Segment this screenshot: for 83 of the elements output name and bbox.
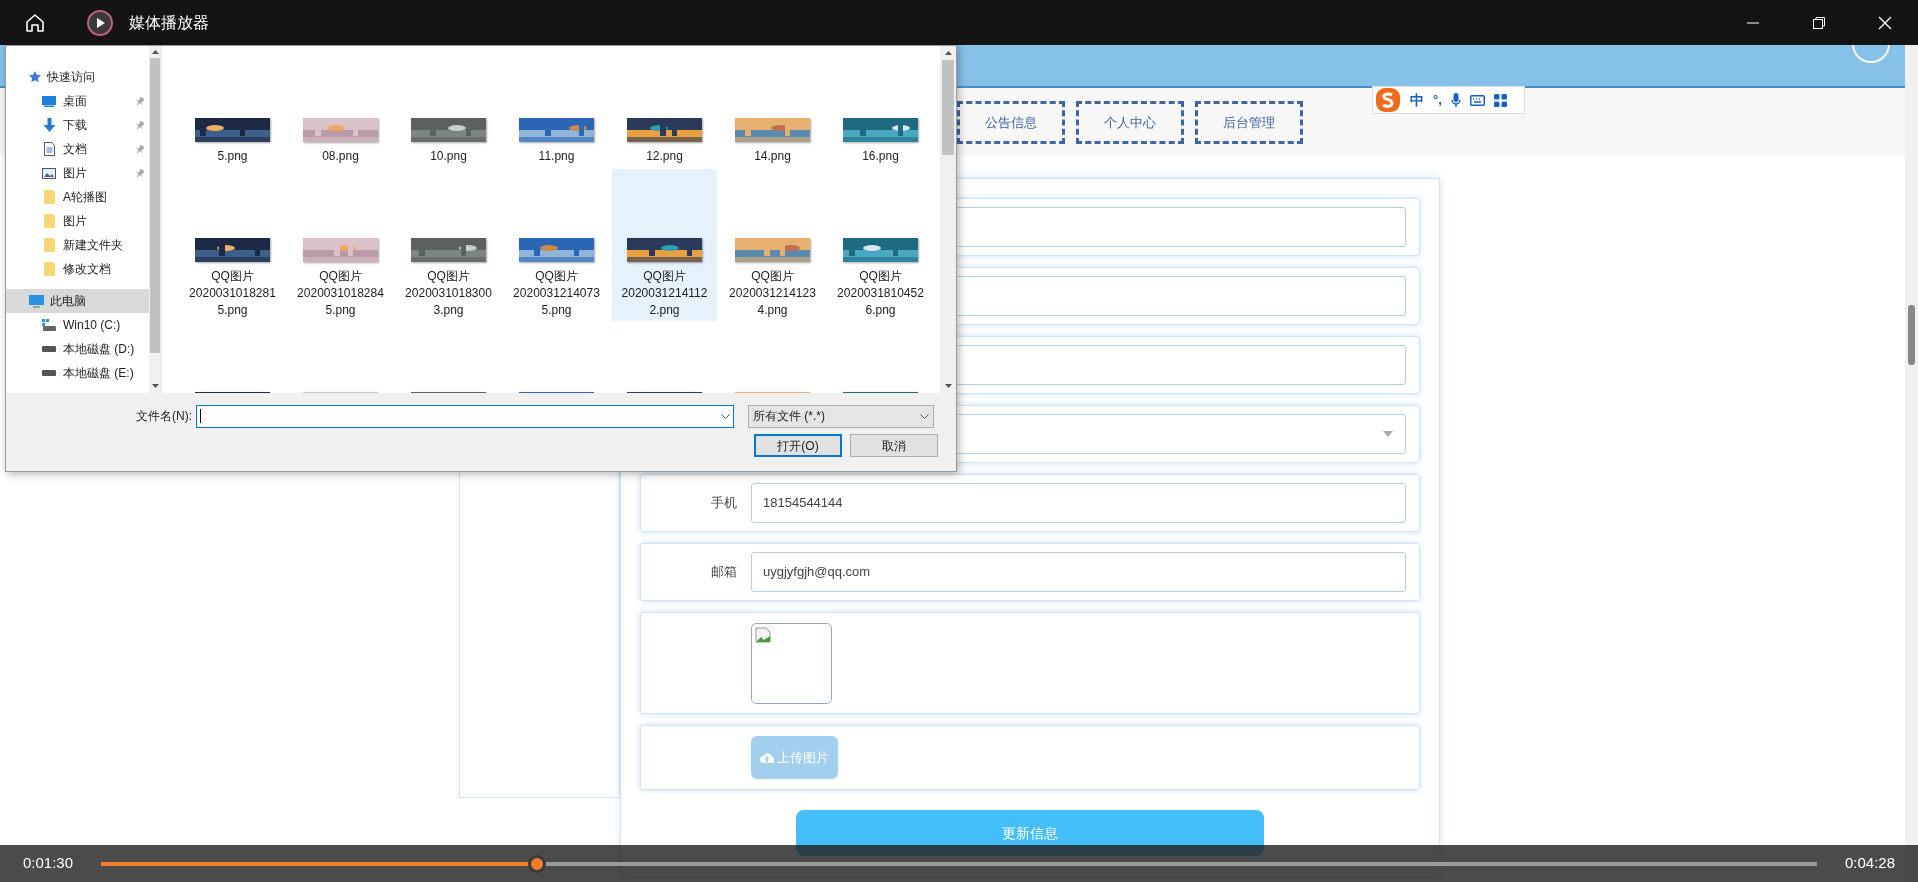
chevron-down-icon: [721, 413, 730, 419]
keyboard-icon[interactable]: [1469, 94, 1485, 106]
scroll-down-icon[interactable]: [151, 384, 159, 389]
down-arrow-icon: [42, 118, 56, 132]
field-label: 手机: [710, 494, 737, 513]
scrollbar[interactable]: [149, 46, 161, 393]
drive-icon: [42, 346, 56, 352]
filename-label: 文件名(N):: [135, 408, 193, 425]
drive-icon: [42, 370, 56, 376]
file-item[interactable]: QQ图片 2020031018300 3.png: [396, 169, 501, 321]
folder-icon: [43, 190, 55, 204]
star-icon: [29, 71, 41, 83]
seek-thumb[interactable]: [527, 854, 546, 873]
file-item[interactable]: QQ图片 2020031214073 5.png: [504, 169, 609, 321]
window-title: 媒体播放器: [129, 12, 209, 33]
text-field[interactable]: 18154544144: [751, 483, 1406, 523]
sidebar-item[interactable]: 此电脑: [6, 289, 149, 313]
file-item[interactable]: QQ图片 2020031214112 2.png: [612, 169, 717, 321]
text-field[interactable]: uygjyfgjh@qq.com: [751, 552, 1406, 592]
sidebar-item[interactable]: 桌面: [6, 89, 149, 113]
pin-icon: [136, 168, 144, 178]
ime-punctuation[interactable]: °,: [1433, 90, 1442, 110]
cloud-upload-icon: [760, 752, 774, 763]
dialog-button[interactable]: 取消: [850, 434, 938, 457]
restore-icon[interactable]: [1812, 15, 1826, 30]
computer-icon: [29, 294, 44, 308]
scrollbar-thumb[interactable]: [942, 60, 954, 155]
dialog-button[interactable]: 打开(O): [754, 434, 842, 457]
file-item[interactable]: 14.png: [720, 49, 825, 167]
pictures-icon: [42, 167, 56, 179]
sidebar-item[interactable]: 修改文档: [6, 257, 149, 281]
sidebar-item[interactable]: Win10 (C:): [6, 313, 149, 337]
document-icon: [43, 142, 55, 156]
nav-link[interactable]: 后台管理: [1195, 101, 1303, 144]
scroll-up-icon[interactable]: [944, 50, 952, 55]
pin-icon: [136, 144, 144, 154]
pin-icon: [136, 96, 144, 106]
seek-bar[interactable]: [101, 854, 1817, 873]
file-item[interactable]: 10.png: [396, 49, 501, 167]
sidebar-item[interactable]: 文档: [6, 137, 149, 161]
close-icon[interactable]: [1878, 15, 1892, 30]
play-circle-icon: [87, 9, 113, 36]
microphone-icon[interactable]: [1450, 92, 1461, 108]
file-item[interactable]: 16.png: [828, 49, 933, 167]
grid-icon[interactable]: [1493, 93, 1507, 107]
ime-mode[interactable]: 中: [1410, 89, 1424, 111]
file-item[interactable]: 08.png: [288, 49, 393, 167]
pin-icon: [136, 120, 144, 130]
scroll-down-icon[interactable]: [944, 384, 952, 389]
elapsed-time: 0:01:30: [23, 853, 74, 874]
field-label: 邮箱: [710, 563, 737, 582]
file-item[interactable]: QQ图片 2020031018284 5.png: [288, 169, 393, 321]
file-item[interactable]: QQ图片 2020031214123 4.png: [720, 169, 825, 321]
scroll-up-icon[interactable]: [151, 49, 159, 54]
sidebar-item[interactable]: 快速访问: [6, 65, 149, 89]
file-item[interactable]: QQ图片 2020031018281 5.png: [180, 169, 285, 321]
broken-image-icon: [755, 626, 771, 643]
sidebar-item[interactable]: A轮播图: [6, 185, 149, 209]
folder-icon: [43, 238, 55, 252]
folder-icon: [43, 262, 55, 276]
file-item[interactable]: 12.png: [612, 49, 717, 167]
caret-icon: [1383, 431, 1393, 437]
scrollbar[interactable]: [940, 46, 956, 393]
file-item[interactable]: QQ图片 2020031810452 6.png: [828, 169, 933, 321]
file-item[interactable]: 5.png: [180, 49, 285, 167]
file-item[interactable]: 11.png: [504, 49, 609, 167]
scrollbar-thumb[interactable]: [1908, 305, 1915, 365]
folder-icon: [43, 214, 55, 228]
sidebar-item[interactable]: 本地磁盘 (E:): [6, 361, 149, 385]
drive-icon: [42, 319, 56, 331]
total-time: 0:04:28: [1844, 853, 1895, 874]
chevron-down-icon: [920, 413, 929, 419]
file-type-dropdown[interactable]: 所有文件 (*.*): [748, 404, 934, 428]
sidebar-item[interactable]: 新建文件夹: [6, 233, 149, 257]
nav-link[interactable]: 个人中心: [1076, 101, 1184, 144]
sidebar-item[interactable]: 图片: [6, 209, 149, 233]
filename-field[interactable]: [196, 404, 734, 428]
home-icon[interactable]: [25, 12, 45, 33]
desktop-icon: [42, 95, 56, 107]
scrollbar-thumb[interactable]: [150, 58, 160, 353]
sidebar-item[interactable]: 下载: [6, 113, 149, 137]
sidebar-item[interactable]: 图片: [6, 161, 149, 185]
sidebar-item[interactable]: 本地磁盘 (D:): [6, 337, 149, 361]
